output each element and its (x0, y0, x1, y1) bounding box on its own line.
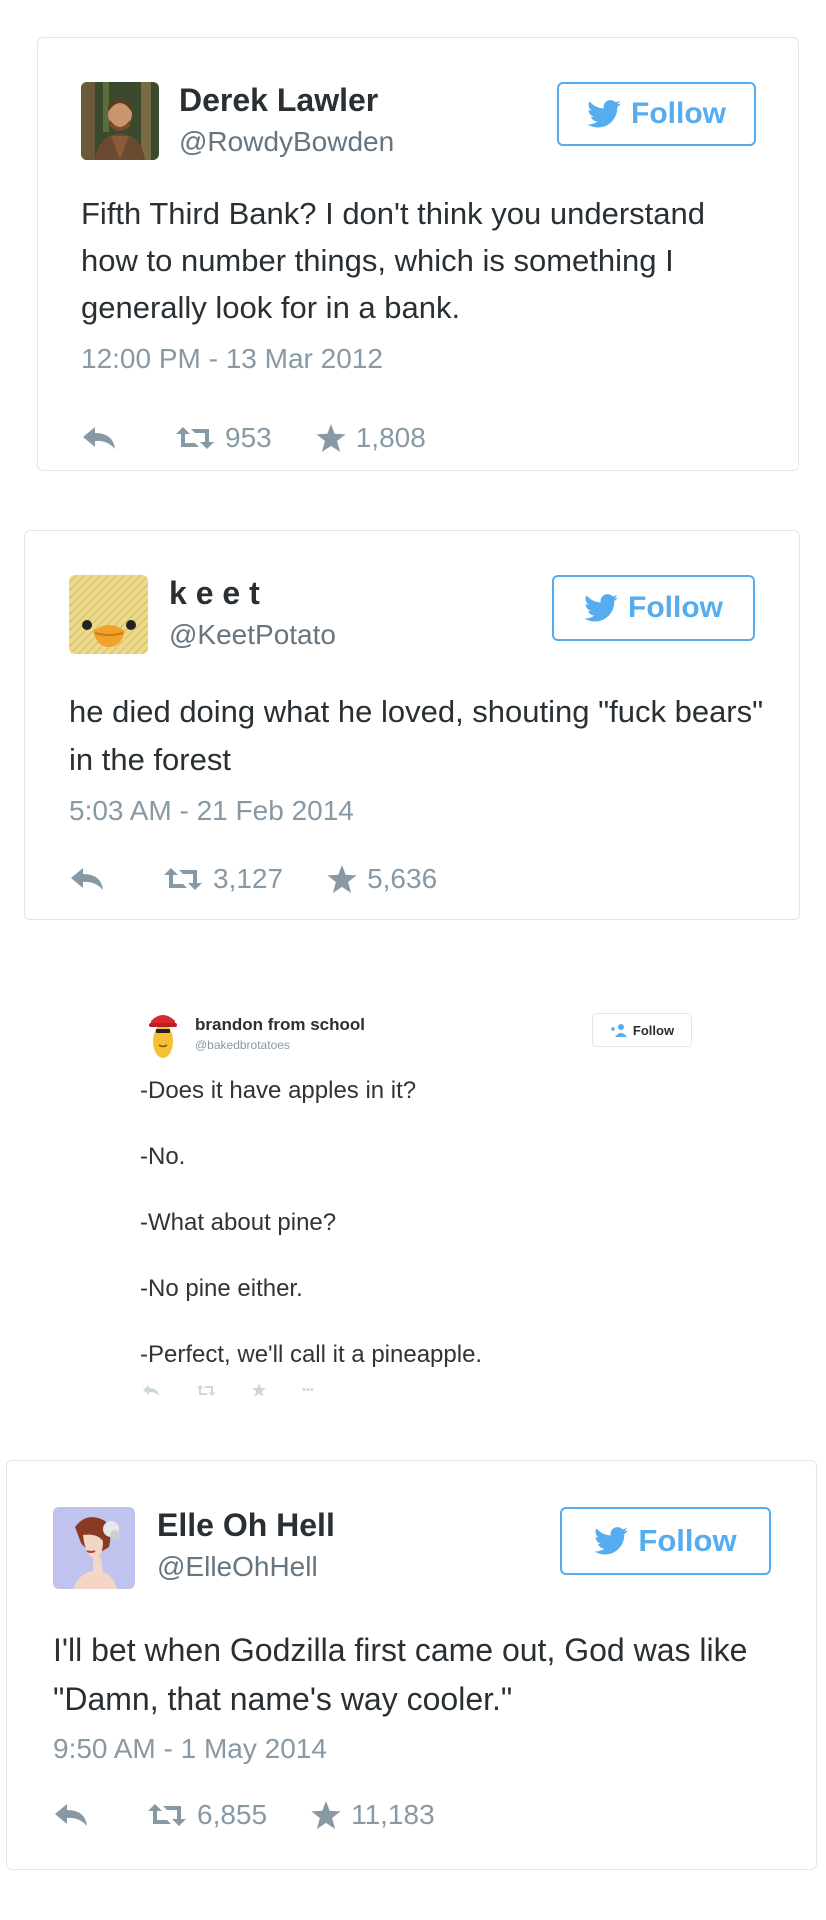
tweet-text: Fifth Third Bank? I don't think you unde… (81, 196, 705, 325)
star-icon (311, 1801, 341, 1829)
display-name[interactable]: brandon from school (195, 1015, 365, 1035)
reply-icon (71, 868, 103, 890)
tweet-line: -Perfect, we'll call it a pineapple. (140, 1341, 483, 1368)
retweet-icon[interactable] (196, 1384, 216, 1397)
bird-icon (584, 594, 618, 622)
avatar[interactable] (53, 1507, 135, 1589)
potato-cap-avatar-icon (149, 1015, 177, 1058)
add-user-icon (610, 1024, 627, 1037)
tweet-line: -No pine either. (140, 1275, 303, 1302)
avatar[interactable] (69, 575, 148, 654)
user-handle[interactable]: @KeetPotato (169, 619, 336, 651)
tweet-card: k e e t @KeetPotato Follow he died doing… (24, 530, 800, 920)
retweet-count: 953 (225, 422, 272, 453)
more-icon[interactable]: ••• (302, 1384, 314, 1396)
retweet-button[interactable]: 6,855 (147, 1799, 267, 1831)
retweet-count: 6,855 (197, 1799, 268, 1830)
illustrated-woman-avatar-icon (53, 1507, 135, 1589)
follow-button[interactable]: Follow (552, 575, 755, 641)
favorite-count: 1,808 (355, 422, 426, 453)
reply-button[interactable] (69, 866, 105, 892)
tweet-actions: 6,855 11,183 (53, 1799, 435, 1831)
bird-icon (594, 1527, 629, 1555)
favorite-button[interactable]: 11,183 (311, 1799, 435, 1831)
duck-avatar-icon (69, 575, 148, 654)
star-icon[interactable] (252, 1383, 266, 1397)
retweet-count: 3,127 (213, 863, 284, 894)
tweet-timestamp[interactable]: 12:00 PM - 13 Mar 2012 (81, 343, 383, 375)
bird-icon (587, 100, 621, 128)
retweet-icon (164, 868, 202, 890)
follow-button[interactable]: Follow (592, 1013, 692, 1047)
tweet-actions: 3,127 5,636 (69, 863, 437, 895)
reply-button[interactable] (81, 425, 117, 451)
star-icon (316, 424, 346, 452)
small-tweet: brandon from school @bakedbrotatoes Foll… (130, 1000, 710, 1410)
tweet-actions: ••• (142, 1383, 314, 1397)
tweet-card: Derek Lawler @RowdyBowden Follow Fifth T… (37, 37, 799, 471)
display-name[interactable]: Elle Oh Hell (157, 1507, 335, 1544)
follow-label: Follow (632, 1022, 675, 1038)
tweet-card: Elle Oh Hell @ElleOhHell Follow I'll bet… (6, 1460, 817, 1870)
retweet-icon (176, 427, 214, 449)
photo-avatar-icon (81, 82, 159, 160)
reply-icon (55, 1804, 87, 1826)
favorite-button[interactable]: 5,636 (327, 863, 437, 895)
user-handle[interactable]: @bakedbrotatoes (195, 1038, 290, 1052)
user-handle[interactable]: @RowdyBowden (179, 126, 394, 158)
tweet-text: I'll bet when Godzilla first came out, G… (53, 1632, 748, 1717)
tweet-actions: 953 1,808 (81, 422, 426, 454)
follow-label: Follow (628, 591, 723, 624)
user-handle[interactable]: @ElleOhHell (157, 1551, 318, 1583)
tweet-line: -What about pine? (140, 1209, 337, 1236)
reply-button[interactable] (53, 1802, 89, 1828)
reply-icon (83, 427, 115, 449)
display-name[interactable]: Derek Lawler (179, 82, 378, 119)
favorite-count: 11,183 (351, 1799, 435, 1830)
retweet-button[interactable]: 3,127 (163, 863, 283, 895)
display-name[interactable]: k e e t (169, 575, 260, 612)
favorite-button[interactable]: 1,808 (316, 422, 426, 454)
follow-button[interactable]: Follow (557, 82, 756, 146)
star-icon (327, 865, 357, 893)
tweet-line: -No. (140, 1143, 186, 1170)
avatar[interactable] (149, 1011, 177, 1059)
reply-icon[interactable] (142, 1384, 160, 1397)
follow-button[interactable]: Follow (560, 1507, 771, 1575)
avatar[interactable] (81, 82, 159, 160)
retweet-button[interactable]: 953 (175, 422, 272, 454)
retweet-icon (148, 1804, 186, 1826)
favorite-count: 5,636 (367, 863, 438, 894)
tweet-text: he died doing what he loved, shouting "f… (69, 694, 764, 777)
follow-label: Follow (638, 1523, 737, 1558)
follow-label: Follow (631, 97, 726, 130)
tweet-timestamp[interactable]: 9:50 AM - 1 May 2014 (53, 1733, 327, 1765)
tweet-line: -Does it have apples in it? (140, 1077, 417, 1104)
tweet-timestamp[interactable]: 5:03 AM - 21 Feb 2014 (69, 795, 354, 827)
